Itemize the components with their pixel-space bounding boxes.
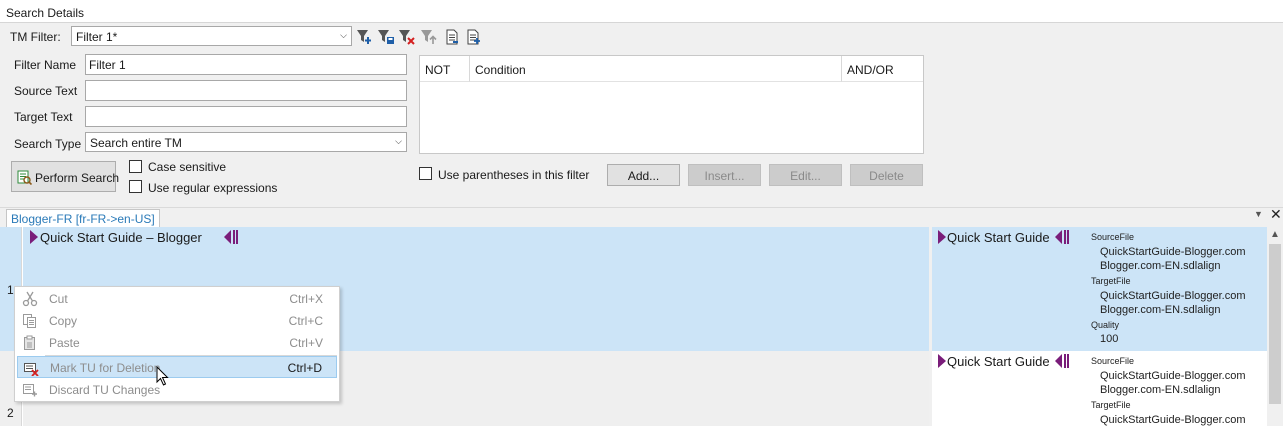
tag-open-icon bbox=[30, 230, 38, 244]
mouse-cursor-icon bbox=[156, 366, 169, 386]
target-text: Quick Start Guide bbox=[947, 230, 1050, 245]
menu-item-label: Cut bbox=[49, 292, 68, 306]
target-text: Quick Start Guide bbox=[947, 354, 1050, 369]
import-filter-icon[interactable] bbox=[444, 29, 462, 45]
menu-item-label: Mark TU for Deletion bbox=[50, 361, 161, 375]
chevron-down-icon: ⌵ bbox=[395, 136, 402, 146]
menu-item-cut[interactable]: Cut Ctrl+X bbox=[17, 288, 337, 310]
menu-item-shortcut: Ctrl+X bbox=[289, 292, 323, 306]
use-parentheses-label: Use parentheses in this filter bbox=[438, 168, 590, 182]
save-filter-icon[interactable] bbox=[377, 29, 395, 45]
filter-name-label: Filter Name bbox=[14, 58, 77, 72]
tu-fields-cell: SourceFile QuickStartGuide-Blogger.com B… bbox=[1088, 351, 1267, 426]
field-value: Blogger.com-EN.sdlalign bbox=[1100, 384, 1221, 396]
document-tab-strip bbox=[0, 207, 1283, 228]
field-value: Blogger.com-EN.sdlalign bbox=[1100, 304, 1221, 316]
panel-title: Search Details bbox=[0, 0, 1283, 23]
regex-checkbox[interactable] bbox=[129, 180, 142, 193]
field-value: QuickStartGuide-Blogger.com bbox=[1100, 246, 1246, 258]
target-segment-cell[interactable]: Quick Start Guide bbox=[932, 227, 1088, 351]
case-sensitive-checkbox[interactable] bbox=[129, 160, 142, 173]
source-text-field[interactable] bbox=[85, 80, 407, 101]
mark-delete-icon bbox=[24, 363, 39, 376]
tag-close-icon bbox=[224, 230, 238, 244]
row-number: 2 bbox=[7, 406, 14, 420]
field-value: QuickStartGuide-Blogger.com bbox=[1100, 370, 1246, 382]
menu-item-label: Discard TU Changes bbox=[49, 383, 161, 397]
menu-item-mark-tu-for-deletion[interactable]: Mark TU for Deletion Ctrl+D bbox=[17, 356, 337, 378]
target-segment-cell[interactable]: Quick Start Guide bbox=[932, 351, 1088, 426]
discard-changes-icon bbox=[23, 384, 37, 397]
export-filter-icon[interactable] bbox=[420, 29, 438, 45]
field-value: QuickStartGuide-Blogger.com bbox=[1100, 290, 1246, 302]
edit-condition-button[interactable]: Edit... bbox=[769, 164, 842, 186]
field-value: 100 bbox=[1100, 333, 1119, 345]
perform-search-button[interactable]: Perform Search bbox=[11, 161, 120, 192]
search-type-value: Search entire TM bbox=[90, 136, 182, 150]
menu-item-shortcut: Ctrl+D bbox=[287, 361, 322, 375]
perform-search-icon bbox=[17, 170, 32, 185]
field-name: SourceFile bbox=[1091, 232, 1135, 242]
tm-filter-dropdown[interactable]: Filter 1* ⌵ bbox=[71, 26, 352, 46]
context-menu: Cut Ctrl+X Copy Ctrl+C Paste Ctrl+V Mark… bbox=[14, 286, 340, 402]
field-name: TargetFile bbox=[1091, 400, 1131, 410]
column-header-and-or[interactable]: AND/OR bbox=[842, 56, 923, 82]
scissors-icon bbox=[22, 291, 38, 307]
tag-open-icon bbox=[938, 354, 946, 368]
menu-item-shortcut: Ctrl+V bbox=[289, 336, 323, 350]
add-condition-button[interactable]: Add... bbox=[607, 164, 680, 186]
delete-condition-button[interactable]: Delete bbox=[850, 164, 923, 186]
scroll-up-icon[interactable]: ▲ bbox=[1270, 229, 1280, 240]
field-name: Quality bbox=[1091, 320, 1120, 330]
vertical-scrollbar[interactable]: ▲ bbox=[1267, 227, 1283, 426]
target-text-label: Target Text bbox=[14, 110, 73, 124]
add-filter-icon[interactable] bbox=[356, 29, 374, 45]
menu-item-label: Paste bbox=[49, 336, 80, 350]
source-text-label: Source Text bbox=[14, 84, 78, 98]
field-name: TargetFile bbox=[1091, 276, 1131, 286]
close-icon[interactable]: ✕ bbox=[1270, 206, 1282, 223]
copy-icon bbox=[23, 314, 36, 328]
column-header-not[interactable]: NOT bbox=[420, 56, 470, 82]
tm-filter-value: Filter 1* bbox=[76, 30, 118, 44]
search-type-dropdown[interactable]: Search entire TM ⌵ bbox=[85, 132, 407, 152]
use-parentheses-checkbox[interactable] bbox=[419, 167, 432, 180]
menu-item-label: Copy bbox=[49, 314, 78, 328]
filter-settings-icon[interactable] bbox=[465, 29, 483, 45]
regex-label: Use regular expressions bbox=[148, 181, 278, 195]
search-type-label: Search Type bbox=[14, 137, 82, 151]
tag-open-icon bbox=[938, 230, 946, 244]
tag-close-icon bbox=[1055, 354, 1069, 368]
tab-list-dropdown-icon[interactable]: ▼ bbox=[1254, 209, 1263, 219]
column-header-condition[interactable]: Condition bbox=[470, 56, 842, 82]
delete-filter-icon[interactable] bbox=[398, 29, 416, 45]
field-value: Blogger.com-EN.sdlalign bbox=[1100, 260, 1221, 272]
tm-filter-label: TM Filter: bbox=[10, 30, 61, 44]
filter-name-field[interactable]: Filter 1 bbox=[85, 54, 407, 75]
insert-condition-button[interactable]: Insert... bbox=[688, 164, 761, 186]
menu-item-paste[interactable]: Paste Ctrl+V bbox=[17, 332, 337, 354]
condition-grid[interactable]: NOT Condition AND/OR bbox=[419, 55, 924, 154]
column-divider[interactable] bbox=[929, 227, 932, 426]
field-name: SourceFile bbox=[1091, 356, 1135, 366]
paste-icon bbox=[24, 335, 35, 350]
source-text: Quick Start Guide – Blogger bbox=[40, 230, 202, 245]
perform-search-label: Perform Search bbox=[35, 171, 120, 185]
tag-close-icon bbox=[1055, 230, 1069, 244]
menu-item-discard-tu-changes[interactable]: Discard TU Changes bbox=[17, 379, 337, 401]
menu-item-copy[interactable]: Copy Ctrl+C bbox=[17, 310, 337, 332]
target-text-field[interactable] bbox=[85, 106, 407, 127]
document-tab[interactable]: Blogger-FR [fr-FR->en-US] bbox=[6, 209, 160, 227]
chevron-down-icon: ⌵ bbox=[340, 30, 347, 40]
field-value: QuickStartGuide-Blogger.com bbox=[1100, 414, 1246, 426]
scrollbar-thumb[interactable] bbox=[1269, 244, 1281, 404]
case-sensitive-label: Case sensitive bbox=[148, 160, 227, 174]
tu-fields-cell: SourceFile QuickStartGuide-Blogger.com B… bbox=[1088, 227, 1267, 351]
row-number: 1 bbox=[7, 283, 14, 297]
menu-item-shortcut: Ctrl+C bbox=[288, 314, 323, 328]
